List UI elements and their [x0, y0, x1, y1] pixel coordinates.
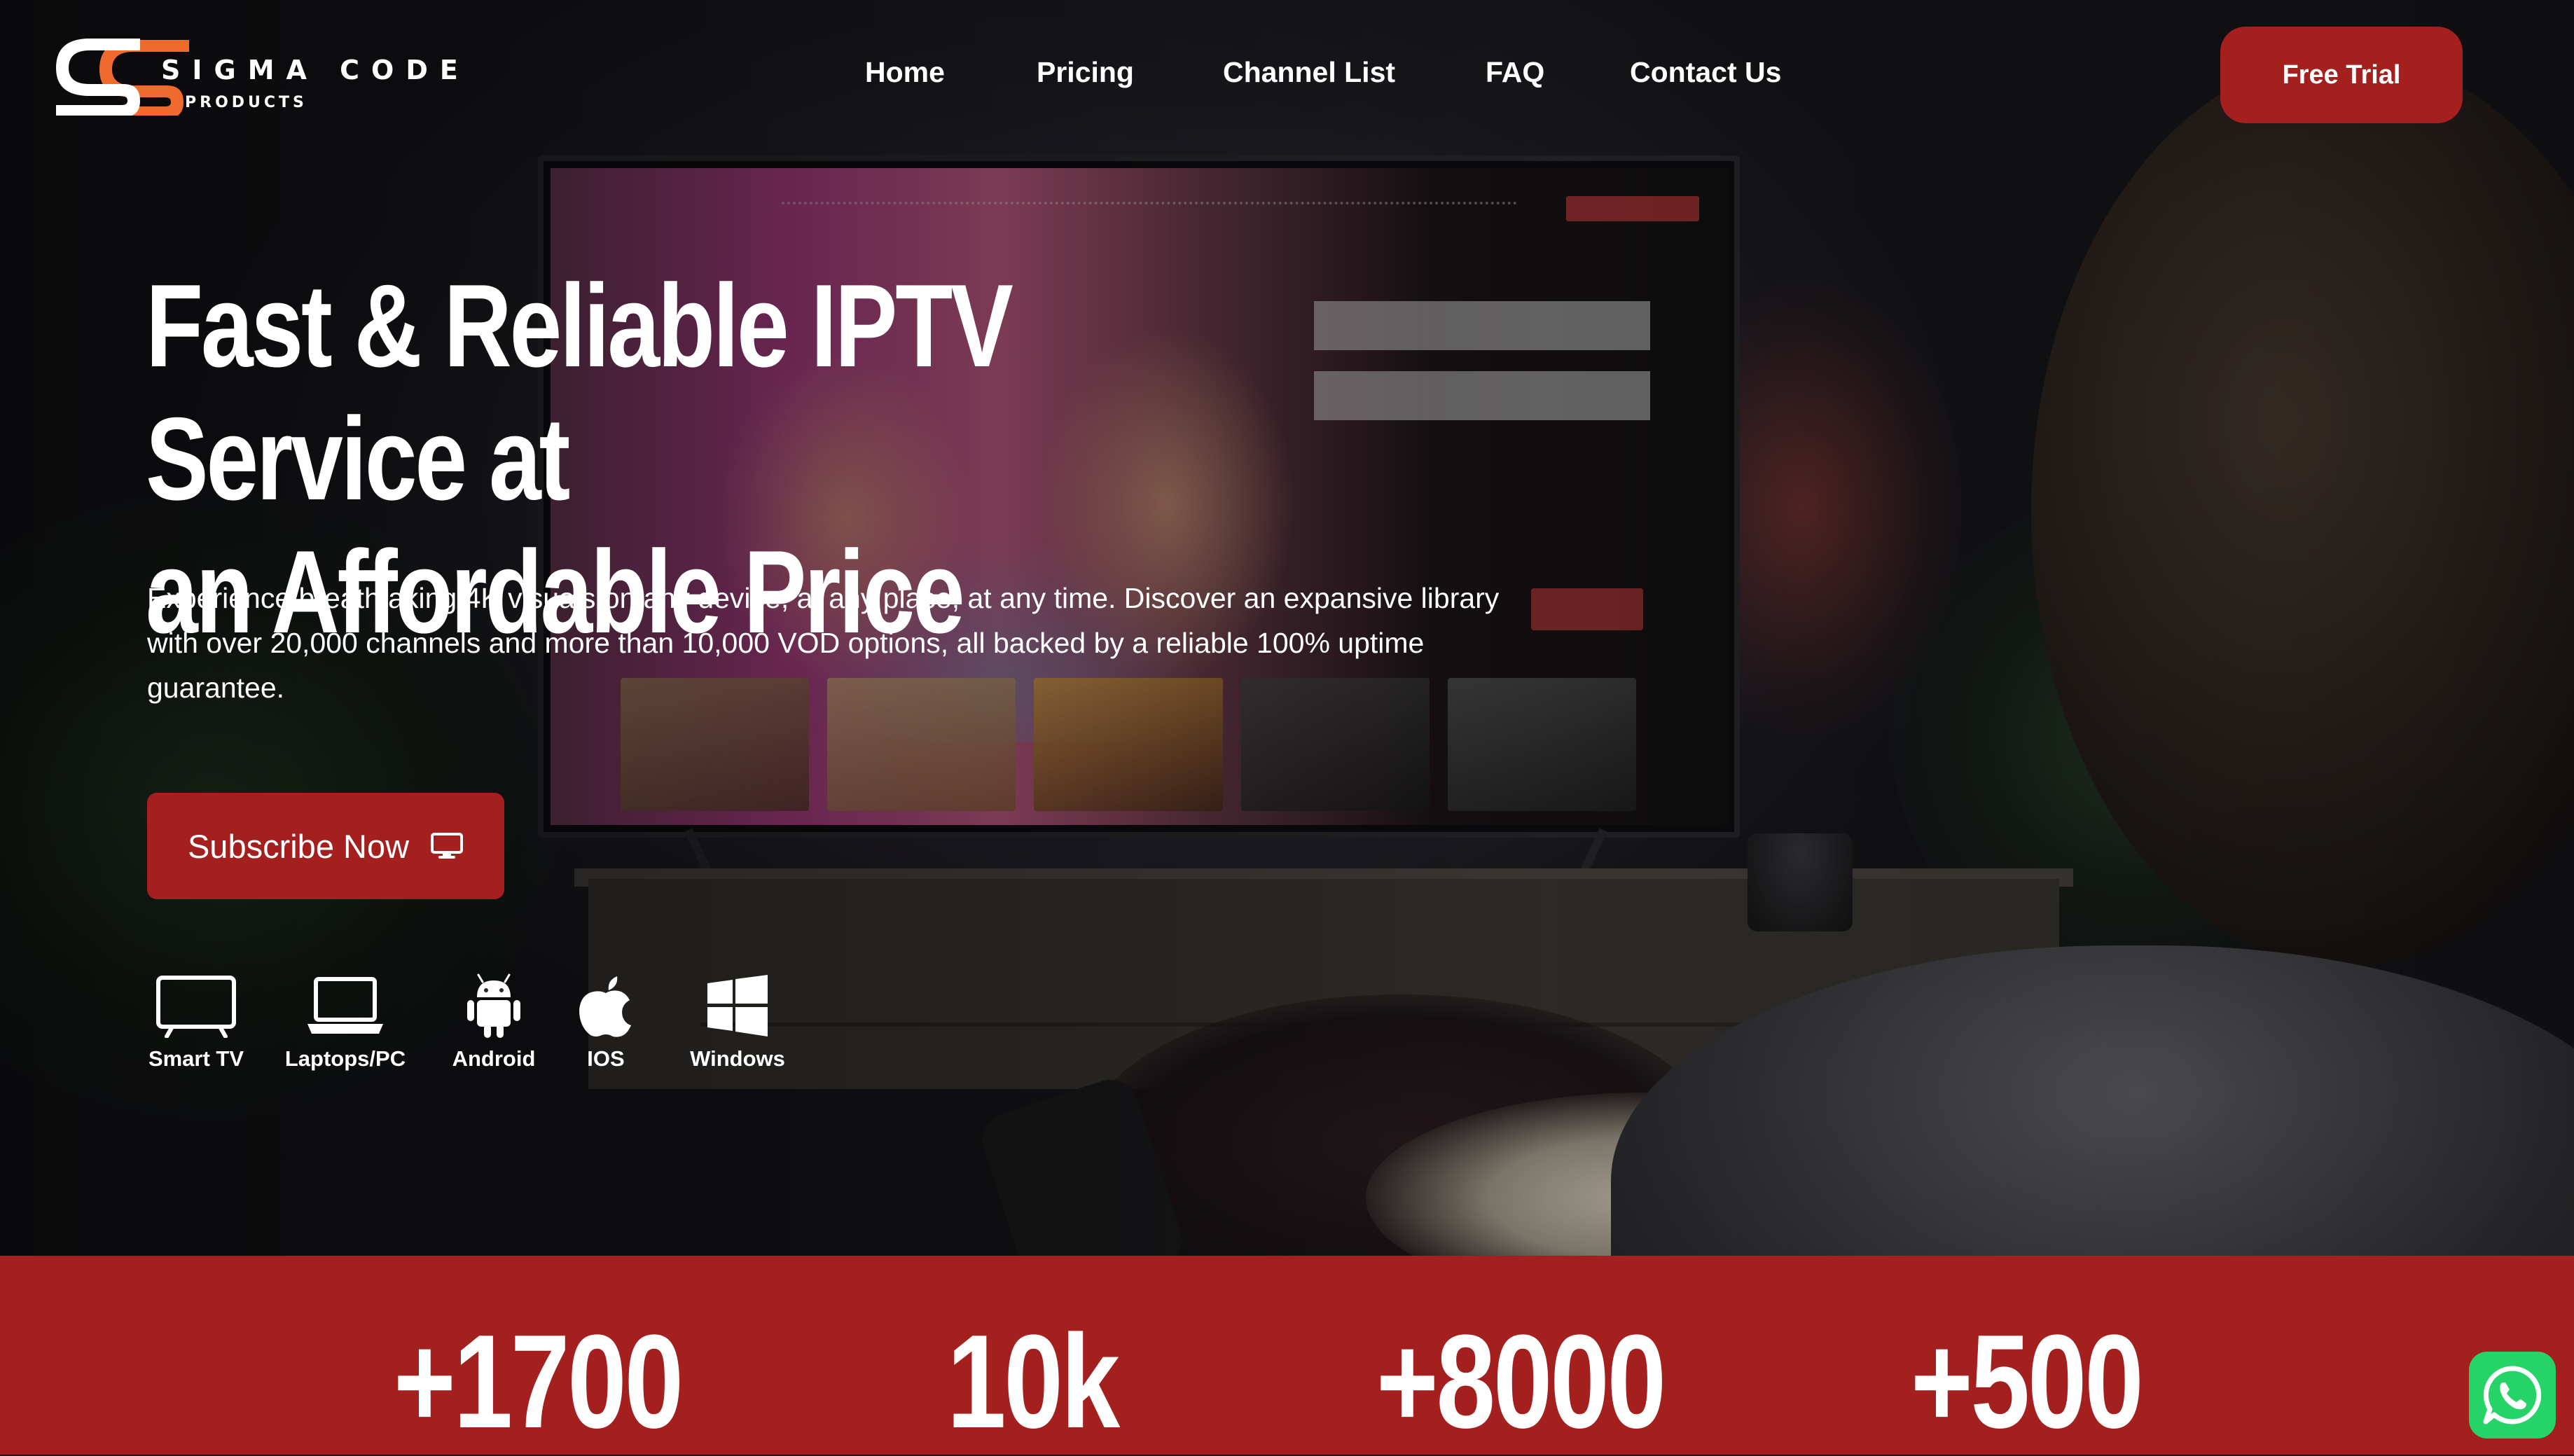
- whatsapp-icon: [2483, 1366, 2542, 1424]
- device-label: Smart TV: [148, 1046, 244, 1071]
- device-windows: Windows: [678, 973, 797, 1072]
- stat-value: +1700: [394, 1308, 684, 1456]
- device-smart-tv: Smart TV: [147, 973, 245, 1072]
- nav-faq[interactable]: FAQ: [1486, 56, 1544, 89]
- device-label: Windows: [690, 1046, 785, 1071]
- supported-devices: Smart TV Laptops/PC Android IOS Windows: [147, 973, 805, 1093]
- monitor-icon: [431, 833, 464, 859]
- free-trial-button[interactable]: Free Trial: [2220, 27, 2463, 123]
- nav-home[interactable]: Home: [865, 56, 945, 89]
- device-label: IOS: [587, 1046, 625, 1071]
- device-laptop: Laptops/PC: [282, 973, 408, 1072]
- stat-value: 10k: [947, 1308, 1120, 1456]
- apple-icon: [579, 976, 631, 1037]
- whatsapp-chat-button[interactable]: [2469, 1352, 2556, 1438]
- android-icon: [467, 973, 520, 1038]
- nav-pricing[interactable]: Pricing: [1037, 56, 1134, 89]
- nav-channel-list[interactable]: Channel List: [1223, 56, 1395, 89]
- nav-contact-us[interactable]: Contact Us: [1630, 56, 1781, 89]
- subscribe-now-button[interactable]: Subscribe Now: [147, 793, 504, 899]
- stat-value: +500: [1911, 1308, 2144, 1456]
- device-android: Android: [441, 973, 546, 1072]
- device-label: Laptops/PC: [284, 1046, 406, 1071]
- windows-icon: [707, 975, 768, 1036]
- smart-tv-icon: [156, 976, 236, 1038]
- device-label: Android: [452, 1046, 536, 1071]
- subscribe-label: Subscribe Now: [187, 827, 410, 865]
- main-nav: Home Pricing Channel List FAQ Contact Us: [0, 56, 2574, 98]
- hero-title-line-1: Fast & Reliable IPTV Service at: [146, 260, 1013, 525]
- device-ios: IOS: [567, 973, 644, 1072]
- hero-description: Experience breathtaking 4K visuals on an…: [147, 582, 1500, 704]
- stats-bar: +1700 10k +8000 +500: [0, 1256, 2574, 1455]
- laptop-icon: [307, 977, 383, 1034]
- site-header: SIGMA CODE PRODUCTS Home Pricing Channel…: [0, 0, 2574, 151]
- stat-value: +8000: [1376, 1308, 1666, 1456]
